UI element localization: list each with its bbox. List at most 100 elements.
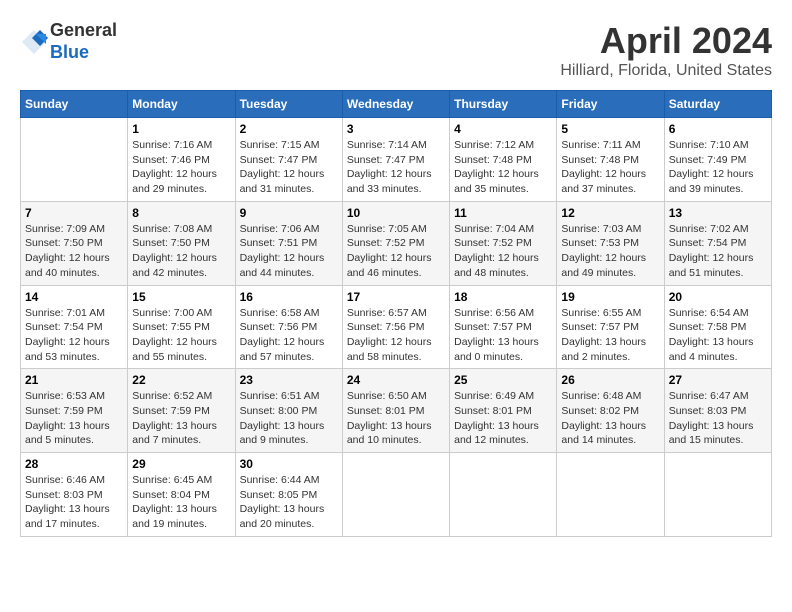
day-info: Sunrise: 6:46 AM Sunset: 8:03 PM Dayligh… — [25, 473, 123, 532]
day-info: Sunrise: 7:08 AM Sunset: 7:50 PM Dayligh… — [132, 222, 230, 281]
calendar-empty-cell — [557, 453, 664, 537]
day-number: 6 — [669, 122, 767, 136]
day-info: Sunrise: 6:56 AM Sunset: 7:57 PM Dayligh… — [454, 306, 552, 365]
day-header-wednesday: Wednesday — [342, 91, 449, 118]
day-number: 29 — [132, 457, 230, 471]
day-info: Sunrise: 6:48 AM Sunset: 8:02 PM Dayligh… — [561, 389, 659, 448]
logo-general: General — [50, 20, 117, 40]
day-info: Sunrise: 7:06 AM Sunset: 7:51 PM Dayligh… — [240, 222, 338, 281]
day-info: Sunrise: 6:47 AM Sunset: 8:03 PM Dayligh… — [669, 389, 767, 448]
calendar-day-cell: 20 Sunrise: 6:54 AM Sunset: 7:58 PM Dayli… — [664, 285, 771, 369]
day-info: Sunrise: 7:05 AM Sunset: 7:52 PM Dayligh… — [347, 222, 445, 281]
calendar-day-cell: 1Sunrise: 7:16 AM Sunset: 7:46 PM Daylig… — [128, 118, 235, 202]
day-number: 8 — [132, 206, 230, 220]
day-info: Sunrise: 7:11 AM Sunset: 7:48 PM Dayligh… — [561, 138, 659, 197]
calendar-day-cell: 21 Sunrise: 6:53 AM Sunset: 7:59 PM Dayli… — [21, 369, 128, 453]
day-info: Sunrise: 6:53 AM Sunset: 7:59 PM Dayligh… — [25, 389, 123, 448]
calendar-day-cell: 25Sunrise: 6:49 AM Sunset: 8:01 PM Dayli… — [450, 369, 557, 453]
day-info: Sunrise: 6:58 AM Sunset: 7:56 PM Dayligh… — [240, 306, 338, 365]
day-number: 14 — [25, 290, 123, 304]
day-number: 7 — [25, 206, 123, 220]
day-info: Sunrise: 6:45 AM Sunset: 8:04 PM Dayligh… — [132, 473, 230, 532]
calendar-day-cell: 22Sunrise: 6:52 AM Sunset: 7:59 PM Dayli… — [128, 369, 235, 453]
day-number: 20 — [669, 290, 767, 304]
calendar-empty-cell — [450, 453, 557, 537]
logo-blue: Blue — [50, 42, 89, 62]
day-number: 21 — [25, 373, 123, 387]
calendar-header-row: SundayMondayTuesdayWednesdayThursdayFrid… — [21, 91, 772, 118]
calendar-day-cell: 3Sunrise: 7:14 AM Sunset: 7:47 PM Daylig… — [342, 118, 449, 202]
day-info: Sunrise: 6:51 AM Sunset: 8:00 PM Dayligh… — [240, 389, 338, 448]
day-number: 24 — [347, 373, 445, 387]
day-info: Sunrise: 7:12 AM Sunset: 7:48 PM Dayligh… — [454, 138, 552, 197]
calendar-day-cell: 27Sunrise: 6:47 AM Sunset: 8:03 PM Dayli… — [664, 369, 771, 453]
calendar-day-cell: 2 Sunrise: 7:15 AM Sunset: 7:47 PM Daylig… — [235, 118, 342, 202]
calendar-day-cell: 12 Sunrise: 7:03 AM Sunset: 7:53 PM Dayli… — [557, 201, 664, 285]
page-title: April 2024 — [560, 20, 772, 62]
day-header-thursday: Thursday — [450, 91, 557, 118]
day-info: Sunrise: 6:44 AM Sunset: 8:05 PM Dayligh… — [240, 473, 338, 532]
logo-icon — [20, 28, 48, 56]
day-info: Sunrise: 7:14 AM Sunset: 7:47 PM Dayligh… — [347, 138, 445, 197]
day-number: 9 — [240, 206, 338, 220]
calendar-day-cell: 14 Sunrise: 7:01 AM Sunset: 7:54 PM Dayli… — [21, 285, 128, 369]
day-info: Sunrise: 7:04 AM Sunset: 7:52 PM Dayligh… — [454, 222, 552, 281]
day-number: 26 — [561, 373, 659, 387]
calendar-empty-cell — [21, 118, 128, 202]
day-info: Sunrise: 7:16 AM Sunset: 7:46 PM Dayligh… — [132, 138, 230, 197]
calendar-day-cell: 6 Sunrise: 7:10 AM Sunset: 7:49 PM Daylig… — [664, 118, 771, 202]
day-info: Sunrise: 7:09 AM Sunset: 7:50 PM Dayligh… — [25, 222, 123, 281]
calendar-empty-cell — [664, 453, 771, 537]
day-header-saturday: Saturday — [664, 91, 771, 118]
day-info: Sunrise: 6:57 AM Sunset: 7:56 PM Dayligh… — [347, 306, 445, 365]
day-info: Sunrise: 7:02 AM Sunset: 7:54 PM Dayligh… — [669, 222, 767, 281]
title-block: April 2024 Hilliard, Florida, United Sta… — [560, 20, 772, 80]
day-info: Sunrise: 7:01 AM Sunset: 7:54 PM Dayligh… — [25, 306, 123, 365]
day-info: Sunrise: 6:49 AM Sunset: 8:01 PM Dayligh… — [454, 389, 552, 448]
calendar-day-cell: 10 Sunrise: 7:05 AM Sunset: 7:52 PM Dayli… — [342, 201, 449, 285]
calendar-week-row: 28 Sunrise: 6:46 AM Sunset: 8:03 PM Dayli… — [21, 453, 772, 537]
calendar-day-cell: 13 Sunrise: 7:02 AM Sunset: 7:54 PM Dayli… — [664, 201, 771, 285]
calendar-day-cell: 18 Sunrise: 6:56 AM Sunset: 7:57 PM Dayli… — [450, 285, 557, 369]
day-number: 2 — [240, 122, 338, 136]
day-number: 12 — [561, 206, 659, 220]
calendar-week-row: 1Sunrise: 7:16 AM Sunset: 7:46 PM Daylig… — [21, 118, 772, 202]
calendar-day-cell: 19 Sunrise: 6:55 AM Sunset: 7:57 PM Dayli… — [557, 285, 664, 369]
day-number: 28 — [25, 457, 123, 471]
day-number: 15 — [132, 290, 230, 304]
day-header-friday: Friday — [557, 91, 664, 118]
calendar-day-cell: 23 Sunrise: 6:51 AM Sunset: 8:00 PM Dayli… — [235, 369, 342, 453]
calendar-day-cell: 4 Sunrise: 7:12 AM Sunset: 7:48 PM Daylig… — [450, 118, 557, 202]
calendar-day-cell: 15Sunrise: 7:00 AM Sunset: 7:55 PM Dayli… — [128, 285, 235, 369]
calendar-day-cell: 24 Sunrise: 6:50 AM Sunset: 8:01 PM Dayli… — [342, 369, 449, 453]
day-number: 10 — [347, 206, 445, 220]
day-info: Sunrise: 6:54 AM Sunset: 7:58 PM Dayligh… — [669, 306, 767, 365]
logo-text: General Blue — [50, 20, 117, 63]
page-header: General Blue April 2024 Hilliard, Florid… — [20, 20, 772, 80]
day-number: 30 — [240, 457, 338, 471]
day-number: 19 — [561, 290, 659, 304]
day-number: 13 — [669, 206, 767, 220]
calendar-day-cell: 16Sunrise: 6:58 AM Sunset: 7:56 PM Dayli… — [235, 285, 342, 369]
day-header-sunday: Sunday — [21, 91, 128, 118]
calendar-day-cell: 7 Sunrise: 7:09 AM Sunset: 7:50 PM Daylig… — [21, 201, 128, 285]
day-header-tuesday: Tuesday — [235, 91, 342, 118]
day-number: 23 — [240, 373, 338, 387]
calendar-day-cell: 8 Sunrise: 7:08 AM Sunset: 7:50 PM Daylig… — [128, 201, 235, 285]
calendar-day-cell: 26 Sunrise: 6:48 AM Sunset: 8:02 PM Dayli… — [557, 369, 664, 453]
day-info: Sunrise: 7:15 AM Sunset: 7:47 PM Dayligh… — [240, 138, 338, 197]
day-number: 4 — [454, 122, 552, 136]
calendar-day-cell: 5Sunrise: 7:11 AM Sunset: 7:48 PM Daylig… — [557, 118, 664, 202]
calendar-day-cell: 9 Sunrise: 7:06 AM Sunset: 7:51 PM Daylig… — [235, 201, 342, 285]
calendar-day-cell: 30 Sunrise: 6:44 AM Sunset: 8:05 PM Dayli… — [235, 453, 342, 537]
day-info: Sunrise: 6:55 AM Sunset: 7:57 PM Dayligh… — [561, 306, 659, 365]
calendar-day-cell: 28 Sunrise: 6:46 AM Sunset: 8:03 PM Dayli… — [21, 453, 128, 537]
day-info: Sunrise: 6:50 AM Sunset: 8:01 PM Dayligh… — [347, 389, 445, 448]
page-subtitle: Hilliard, Florida, United States — [560, 62, 772, 80]
day-number: 18 — [454, 290, 552, 304]
day-info: Sunrise: 7:03 AM Sunset: 7:53 PM Dayligh… — [561, 222, 659, 281]
day-info: Sunrise: 7:10 AM Sunset: 7:49 PM Dayligh… — [669, 138, 767, 197]
calendar-empty-cell — [342, 453, 449, 537]
day-number: 11 — [454, 206, 552, 220]
calendar-week-row: 14 Sunrise: 7:01 AM Sunset: 7:54 PM Dayli… — [21, 285, 772, 369]
